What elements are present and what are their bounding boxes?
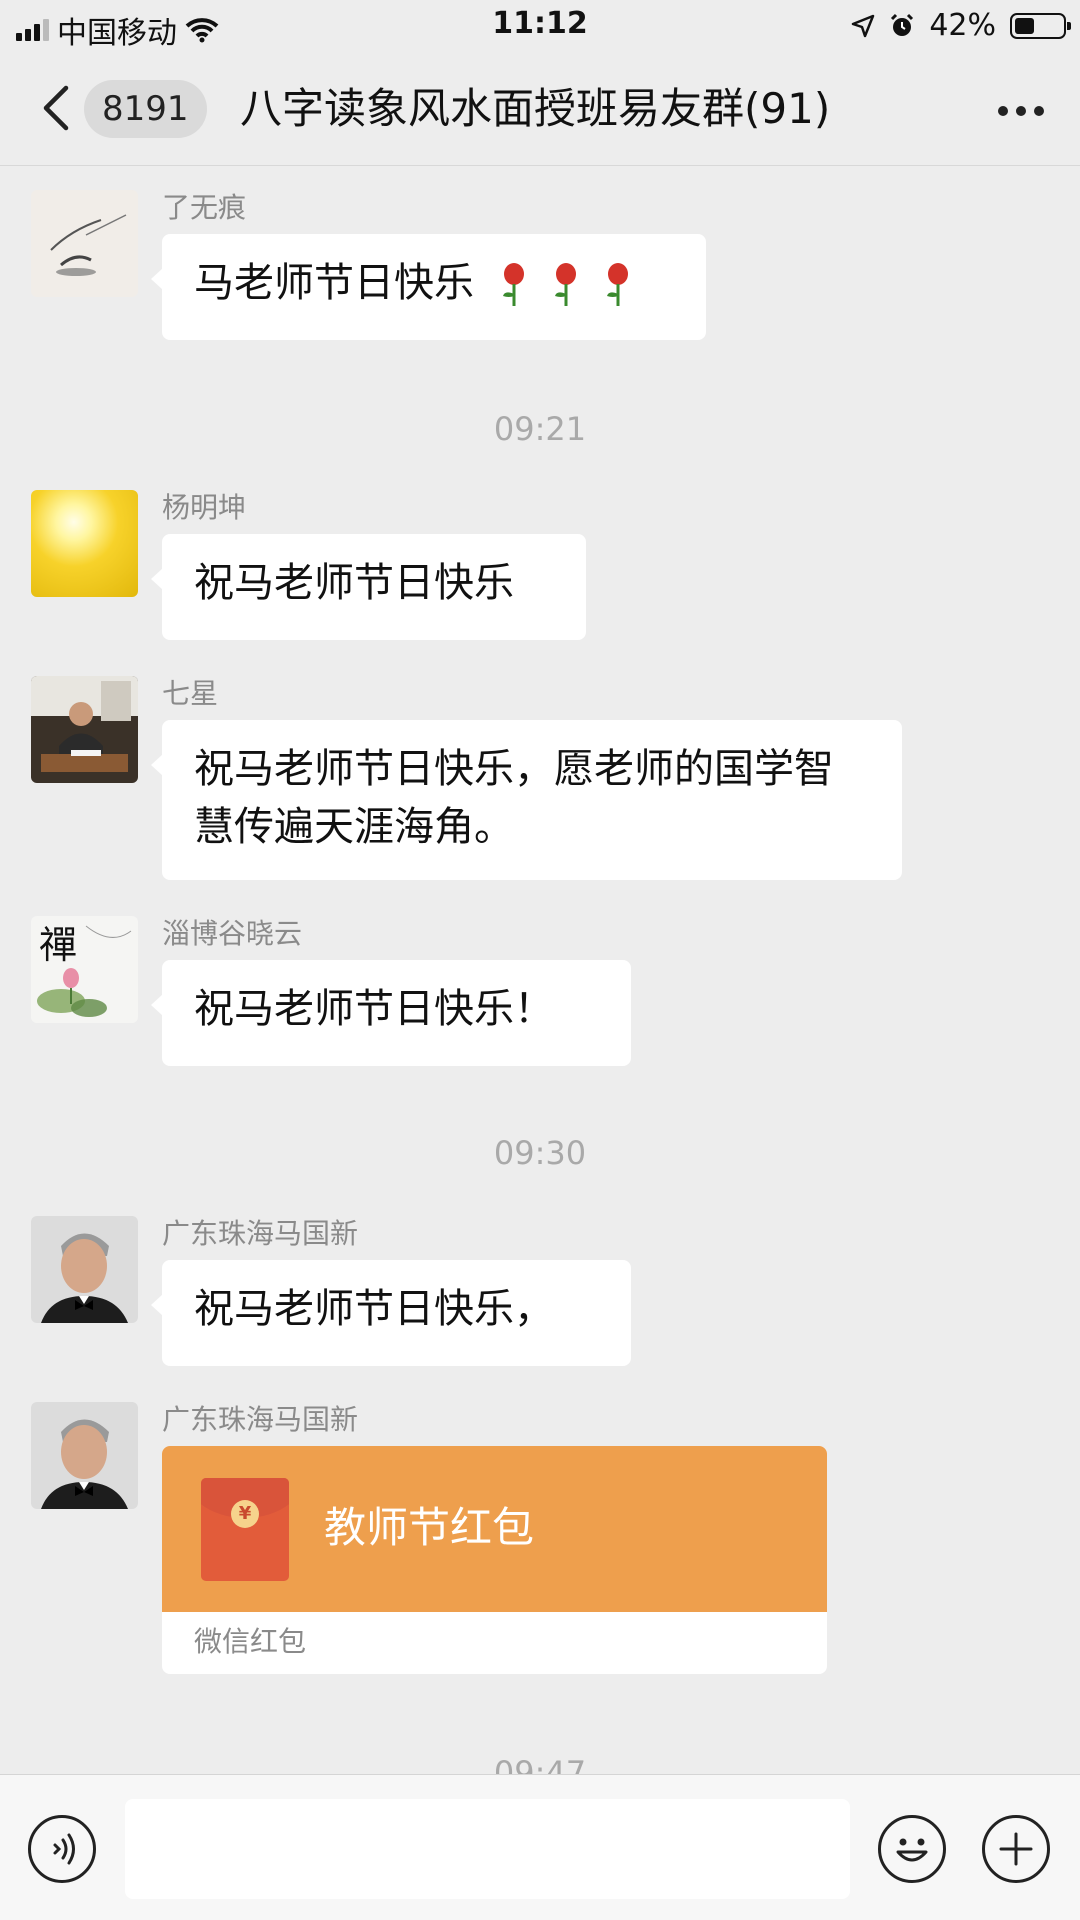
avatar[interactable] [31, 1216, 138, 1323]
avatar[interactable] [31, 676, 138, 783]
message-bubble[interactable]: 祝马老师节日快乐， [151, 1260, 631, 1366]
emoji-icon[interactable] [878, 1815, 946, 1883]
message-list[interactable]: 了无痕 马老师节日快乐 09:21 杨明坤 祝马老师节日快乐 七星 祝马老师节日… [0, 166, 1080, 1774]
message-bubble[interactable]: 祝马老师节日快乐，愿老师的国学智慧传遍天涯海角。 [151, 720, 902, 880]
back-chevron-icon[interactable] [28, 78, 88, 138]
alarm-icon [891, 13, 914, 36]
unread-count-badge[interactable]: 8191 [84, 80, 207, 138]
message-text: 祝马老师节日快乐！ [194, 986, 554, 1032]
sender-name: 了无痕 [162, 191, 247, 224]
timestamp-divider: 09:21 [493, 410, 587, 448]
message-input[interactable] [125, 1799, 850, 1899]
message-text: 祝马老师节日快乐 [194, 560, 514, 606]
timestamp-divider: 09:47 [493, 1754, 587, 1774]
red-packet-title: 教师节红包 [324, 1503, 535, 1552]
message-bubble[interactable]: 马老师节日快乐 [151, 234, 706, 340]
red-envelope-icon: ¥ [201, 1478, 289, 1581]
battery-icon [1010, 12, 1071, 39]
message-bubble[interactable]: 祝马老师节日快乐 [151, 534, 586, 640]
input-bar [0, 1774, 1080, 1920]
sender-name: 杨明坤 [162, 491, 247, 524]
battery-level-fill [1015, 17, 1034, 34]
message-text: 祝马老师节日快乐， [194, 1286, 554, 1332]
avatar[interactable]: 禪 [31, 916, 138, 1023]
sender-name: 七星 [162, 677, 219, 710]
avatar[interactable] [31, 490, 138, 597]
message-text: 祝马老师节日快乐，愿老师的国学智慧传遍天涯海角。 [194, 746, 834, 850]
location-arrow-icon [852, 14, 875, 37]
page-title: 八字读象风水面授班易友群(91) [240, 84, 831, 133]
message-bubble[interactable]: 祝马老师节日快乐！ [151, 960, 631, 1066]
avatar[interactable] [31, 190, 138, 297]
red-packet-card[interactable]: ¥ 教师节红包 微信红包 [162, 1446, 827, 1674]
yuan-coin-icon: ¥ [231, 1500, 259, 1528]
svg-text:禪: 禪 [39, 923, 77, 967]
chat-header: 8191 八字读象风水面授班易友群(91) [0, 56, 1080, 166]
sender-name: 广东珠海马国新 [162, 1217, 359, 1250]
more-options-icon[interactable] [998, 106, 1044, 116]
status-bar: 中国移动 11:12 42% [0, 0, 1080, 56]
avatar[interactable] [31, 1402, 138, 1509]
voice-input-icon[interactable] [28, 1815, 96, 1883]
red-packet-label: 微信红包 [194, 1625, 307, 1658]
rose-icon [499, 262, 633, 308]
add-attachment-icon[interactable] [982, 1815, 1050, 1883]
sender-name: 淄博谷晓云 [162, 917, 303, 950]
timestamp-divider: 09:30 [493, 1134, 587, 1172]
battery-percent: 42% [929, 8, 996, 43]
message-text: 马老师节日快乐 [194, 260, 474, 306]
sender-name: 广东珠海马国新 [162, 1403, 359, 1436]
